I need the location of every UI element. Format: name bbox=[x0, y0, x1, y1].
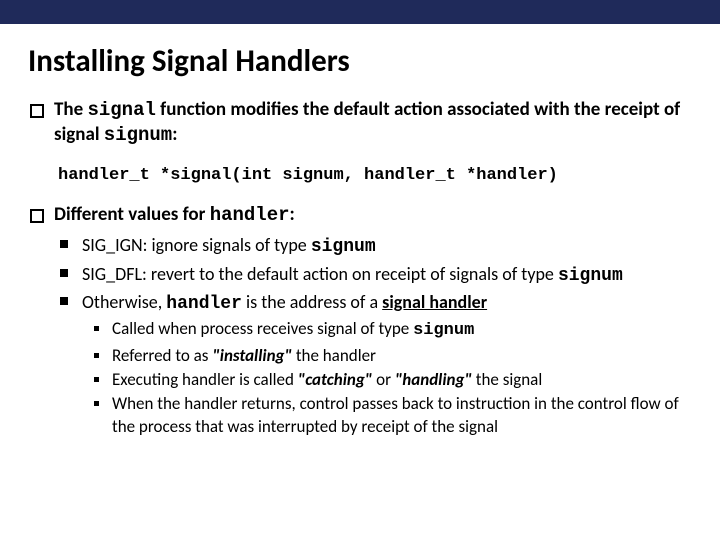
sub-otherwise: Otherwise, handler is the address of a s… bbox=[60, 290, 692, 438]
em-catching: "catching" bbox=[298, 369, 373, 390]
dot-catching: Executing handler is called "catching" o… bbox=[92, 369, 692, 391]
term-signal-handler: signal handler bbox=[382, 291, 487, 313]
dot-returns: When the handler returns, control passes… bbox=[92, 393, 692, 438]
code-handler: handler bbox=[210, 204, 290, 226]
text: When the handler returns, control passes… bbox=[112, 393, 679, 436]
text: the handler bbox=[292, 345, 376, 366]
text: the signal bbox=[472, 369, 542, 390]
function-prototype: handler_t *signal(int signum, handler_t … bbox=[28, 156, 692, 203]
em-handling: "handling" bbox=[395, 369, 472, 390]
code-signum: signum bbox=[413, 321, 474, 340]
code-signum: signum bbox=[558, 266, 623, 286]
slide-title: Installing Signal Handlers bbox=[28, 42, 692, 80]
text: or bbox=[372, 369, 395, 390]
text: : bbox=[290, 203, 295, 226]
code-signal: signal bbox=[87, 99, 155, 121]
bullet-1: The signal function modifies the default… bbox=[28, 98, 692, 148]
dot-list: Called when process receives signal of t… bbox=[82, 318, 692, 438]
bullet-list-2: Different values for handler: SIG_IGN: i… bbox=[28, 203, 692, 439]
slide-body: Installing Signal Handlers The signal fu… bbox=[0, 24, 720, 456]
text: Otherwise, bbox=[82, 291, 166, 313]
em-installing: "installing" bbox=[212, 345, 292, 366]
code-signum: signum bbox=[311, 237, 376, 257]
bullet-list: The signal function modifies the default… bbox=[28, 98, 692, 148]
text: Executing handler is called bbox=[112, 369, 298, 390]
text: is the address of a bbox=[242, 291, 382, 313]
sub-sigdfl: SIG_DFL: revert to the default action on… bbox=[60, 262, 692, 288]
bullet-2: Different values for handler: SIG_IGN: i… bbox=[28, 203, 692, 439]
text: SIG_DFL: revert to the default action on… bbox=[82, 263, 558, 285]
dot-installing: Referred to as "installing" the handler bbox=[92, 345, 692, 367]
sub-list: SIG_IGN: ignore signals of type signum S… bbox=[54, 233, 692, 438]
sub-sigign: SIG_IGN: ignore signals of type signum bbox=[60, 233, 692, 259]
dot-called: Called when process receives signal of t… bbox=[92, 318, 692, 342]
text: : bbox=[172, 123, 177, 146]
top-bar bbox=[0, 0, 720, 24]
text: Referred to as bbox=[112, 345, 212, 366]
text: Different values for bbox=[54, 203, 210, 226]
text: SIG_IGN: ignore signals of type bbox=[82, 234, 311, 256]
text: Called when process receives signal of t… bbox=[112, 318, 413, 339]
text: The bbox=[54, 98, 87, 121]
code-signum: signum bbox=[104, 124, 172, 146]
code-handler: handler bbox=[166, 294, 242, 314]
